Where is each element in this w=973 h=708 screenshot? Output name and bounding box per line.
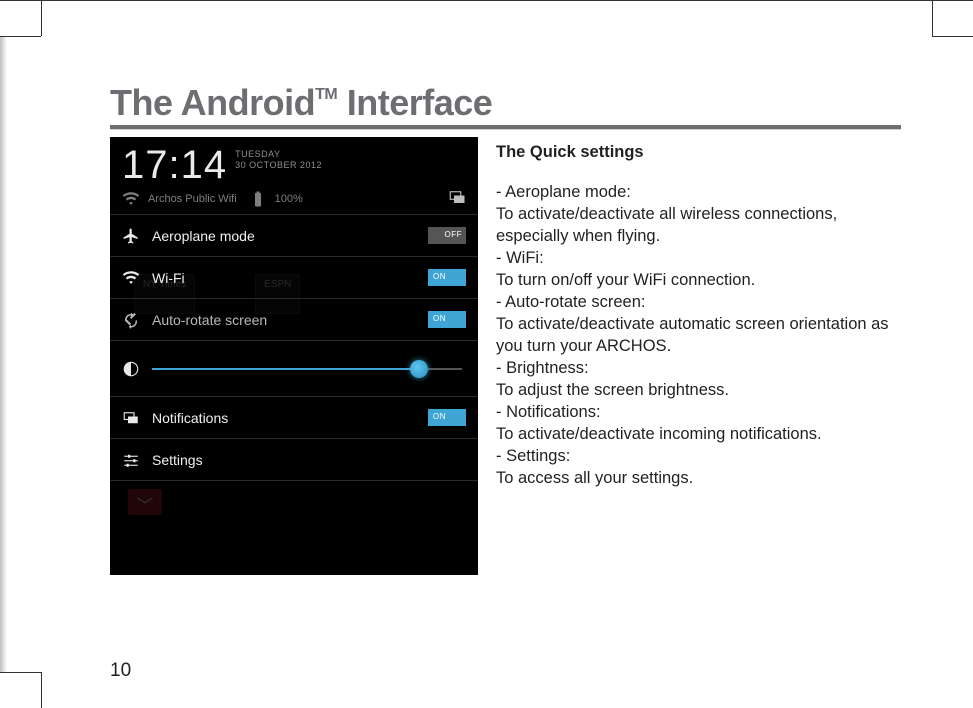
item-desc: To turn on/off your WiFi connection. — [496, 269, 901, 291]
toggle-text: ON — [433, 314, 446, 323]
title-rule-shadow — [110, 129, 901, 130]
item-title: Brightness: — [496, 357, 901, 379]
item-block: Auto-rotate screen: To activate/deactiva… — [496, 291, 901, 357]
toggle-text: OFF — [445, 230, 463, 239]
wifi-toggle[interactable]: ON — [428, 269, 466, 286]
item-title: Notifications: — [496, 401, 901, 423]
item-block: Settings: To access all your settings. — [496, 445, 901, 489]
gmail-icon — [128, 489, 162, 515]
aeroplane-toggle[interactable]: OFF — [428, 227, 466, 244]
item-desc: To activate/deactivate all wireless conn… — [496, 203, 901, 247]
quicksetting-label: Aeroplane mode — [152, 228, 255, 244]
toggle-text: ON — [433, 412, 446, 421]
notifications-toggle[interactable]: ON — [428, 409, 466, 426]
clock-day: TUESDAY — [235, 149, 322, 160]
item-block: WiFi: To turn on/off your WiFi connectio… — [496, 247, 901, 291]
notifications-icon — [122, 409, 140, 427]
phone-screenshot: 17:14 TUESDAY 30 OCTOBER 2012 Archos Pub… — [110, 137, 478, 575]
quicksetting-brightness[interactable] — [110, 340, 478, 396]
status-row: Archos Public Wifi 100% — [110, 188, 478, 214]
crop-mark — [932, 0, 933, 36]
slider-fill — [152, 368, 419, 370]
quicksetting-wifi[interactable]: Wi-Fi ON — [110, 256, 478, 298]
quicksetting-autorotate[interactable]: Auto-rotate screen ON — [110, 298, 478, 340]
quicksetting-notifications[interactable]: Notifications ON — [110, 396, 478, 438]
phone-blank-area — [110, 480, 478, 536]
clock-full-date: 30 OCTOBER 2012 — [235, 160, 322, 171]
page-number: 10 — [110, 660, 131, 682]
settings-sliders-icon — [122, 451, 140, 469]
page-title: The AndroidTM Interface — [110, 82, 492, 124]
description-column: The Quick settings Aeroplane mode: To ac… — [496, 141, 901, 489]
item-desc: To activate/deactivate incoming notifica… — [496, 423, 901, 445]
crop-mark — [41, 672, 42, 708]
wifi-icon — [122, 269, 140, 287]
quicksetting-label: Auto-rotate screen — [152, 312, 267, 328]
rotate-icon — [122, 311, 140, 329]
wifi-ssid: Archos Public Wifi — [148, 193, 237, 205]
item-title: Aeroplane mode: — [496, 181, 901, 203]
item-block: Aeroplane mode: To activate/deactivate a… — [496, 181, 901, 247]
airplane-icon — [122, 227, 140, 245]
clock-date: TUESDAY 30 OCTOBER 2012 — [235, 149, 322, 171]
quicksetting-label: Wi-Fi — [152, 270, 185, 286]
slider-thumb[interactable] — [410, 360, 428, 378]
clock-row: 17:14 TUESDAY 30 OCTOBER 2012 — [110, 137, 478, 188]
battery-percent: 100% — [275, 193, 303, 205]
item-desc: To access all your settings. — [496, 467, 901, 489]
battery-icon — [249, 190, 267, 208]
brightness-icon — [122, 360, 140, 378]
item-title: WiFi: — [496, 247, 901, 269]
title-part-2: Interface — [337, 82, 492, 123]
title-part-1: The Android — [110, 82, 315, 123]
item-desc: To adjust the screen brightness. — [496, 379, 901, 401]
trademark-symbol: TM — [315, 86, 337, 103]
quicksetting-settings[interactable]: Settings — [110, 438, 478, 480]
autorotate-toggle[interactable]: ON — [428, 311, 466, 328]
item-block: Notifications: To activate/deactivate in… — [496, 401, 901, 445]
quicksetting-label: Notifications — [152, 410, 228, 426]
item-title: Auto-rotate screen: — [496, 291, 901, 313]
toggle-text: ON — [433, 272, 446, 281]
item-block: Brightness: To adjust the screen brightn… — [496, 357, 901, 401]
crop-mark — [932, 36, 973, 37]
item-title: Settings: — [496, 445, 901, 467]
quicksetting-aeroplane[interactable]: Aeroplane mode OFF — [110, 214, 478, 256]
wifi-icon — [122, 190, 140, 208]
page-gutter-shadow — [0, 37, 7, 672]
clock-time: 17:14 — [122, 143, 227, 188]
crop-mark — [41, 0, 42, 36]
crop-mark — [0, 0, 973, 1]
page-content: The AndroidTM Interface 17:14 TUESDAY 30… — [42, 37, 932, 672]
section-heading: The Quick settings — [496, 141, 901, 163]
brightness-slider[interactable] — [152, 359, 462, 379]
quicksetting-label: Settings — [152, 452, 203, 468]
notifications-status-icon — [448, 188, 466, 206]
item-desc: To activate/deactivate automatic screen … — [496, 313, 901, 357]
crop-mark — [0, 672, 41, 673]
